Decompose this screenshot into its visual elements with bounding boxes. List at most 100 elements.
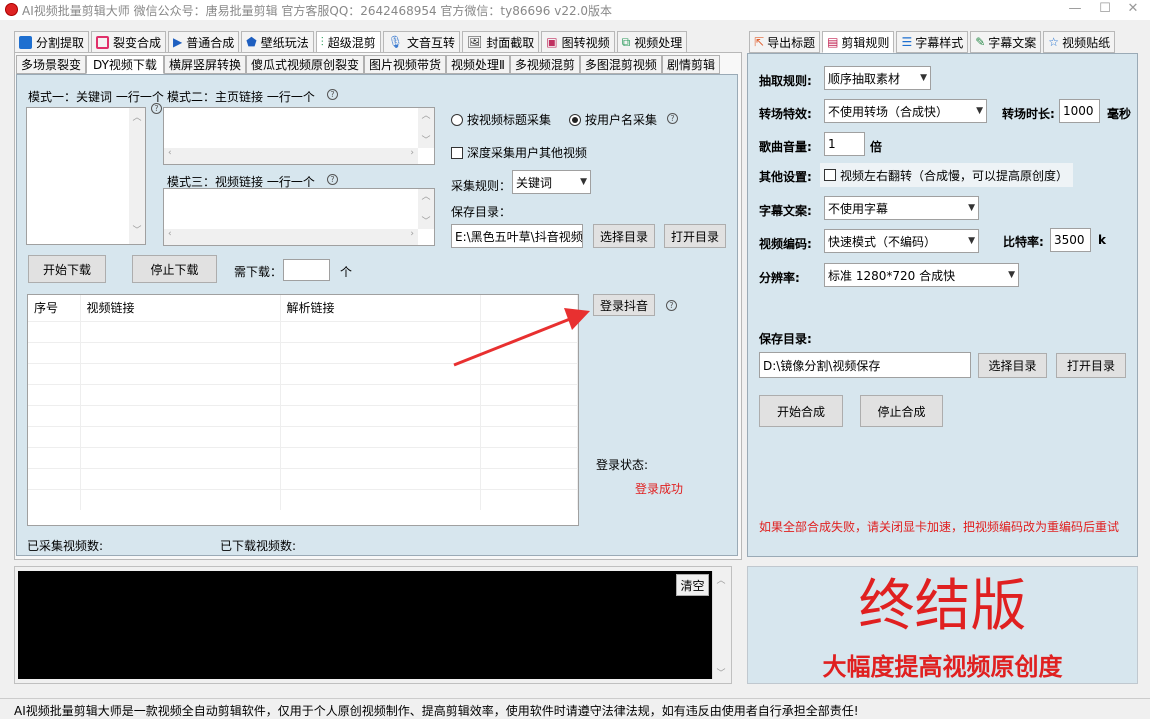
right-open-dir-button[interactable]: 打开目录 (1056, 353, 1126, 378)
subtab-foolproof[interactable]: 傻瓜式视频原创裂变 (245, 55, 364, 74)
scrollbar[interactable]: ︿ ﹀ (418, 189, 434, 229)
close-icon[interactable]: ✕ (1118, 0, 1148, 20)
radio-by-title[interactable]: 按视频标题采集 (451, 111, 551, 128)
rule-select[interactable]: 关键词 ▼ (512, 170, 591, 194)
login-state-label: 登录状态: (596, 458, 649, 472)
duration-input[interactable]: 1000 (1059, 99, 1100, 123)
video-link-textarea[interactable]: ︿ ﹀ ‹ › (163, 188, 435, 246)
radio-button[interactable] (451, 113, 463, 126)
right-choose-dir-button[interactable]: 选择目录 (978, 353, 1047, 378)
subtab-multi-image[interactable]: 多图混剪视频 (579, 55, 662, 74)
choose-dir-button[interactable]: 选择目录 (593, 224, 655, 248)
login-douyin-button[interactable]: 登录抖音 (593, 294, 655, 316)
duration-label: 转场时长: (1002, 107, 1055, 121)
radio-button[interactable] (569, 113, 581, 126)
table-row[interactable] (28, 426, 578, 448)
transition-select[interactable]: 不使用转场（合成快） ▼ (824, 99, 987, 123)
title-bar: AI视频批量剪辑大师 微信公众号：唐易批量剪辑 官方客服QQ：264246895… (0, 0, 1150, 20)
start-compose-button[interactable]: 开始合成 (759, 395, 843, 427)
tab-text-audio[interactable]: 🎙 文音互转 (382, 31, 461, 53)
subtab-video-process-2[interactable]: 视频处理Ⅱ (445, 55, 510, 74)
codec-label: 视频编码: (759, 237, 812, 251)
table-row[interactable] (28, 405, 578, 427)
image-icon: 🖼 (467, 35, 483, 49)
flip-checkbox[interactable]: 视频左右翻转（合成慢，可以提高原创度） (820, 163, 1073, 187)
subtab-image-goods[interactable]: 图片视频带货 (363, 55, 446, 74)
tab-video-process[interactable]: ⧉ 视频处理 (616, 31, 688, 53)
app-logo-icon (5, 3, 18, 16)
chevron-down-icon: ▼ (580, 177, 587, 187)
save-path-input[interactable]: E:\黑色五叶草\抖音视频 (451, 224, 583, 248)
help-icon[interactable]: ? (151, 103, 162, 114)
help-icon[interactable]: ? (666, 300, 677, 311)
warning-text: 如果全部合成失败，请关闭显卡加速，把视频编码改为重编码后重试 (759, 520, 1120, 534)
mode1-label: 模式一：关键词 一行一个 (28, 90, 164, 104)
table-row[interactable] (28, 489, 578, 510)
open-dir-button[interactable]: 打开目录 (664, 224, 726, 248)
tab-sticker[interactable]: ☆ 视频贴纸 (1043, 31, 1116, 53)
scrollbar[interactable]: ︿ ﹀ (418, 108, 434, 148)
codec-select[interactable]: 快速模式（不编码） ▼ (824, 229, 979, 253)
chevron-down-icon: ▼ (1008, 270, 1015, 280)
tab-super-mix[interactable]: ⫶ 超级混剪 (315, 31, 381, 53)
subtab-multi-mix[interactable]: 多视频混剪 (509, 55, 580, 74)
help-icon[interactable]: ? (327, 89, 338, 100)
volume-input[interactable]: 1 (824, 132, 865, 156)
scrollbar[interactable]: ‹ › (164, 229, 418, 245)
need-download-input[interactable] (283, 259, 330, 281)
log-output[interactable] (18, 571, 712, 679)
minimize-icon[interactable]: — (1060, 0, 1090, 20)
table-row[interactable] (28, 384, 578, 406)
tab-subtitle-style[interactable]: ☰ 字幕样式 (896, 31, 969, 53)
sub-tab-bar: 多场景裂变 DY视频下载 横屏竖屏转换 傻瓜式视频原创裂变 图片视频带货 视频处… (16, 55, 720, 74)
collected-count-label: 已采集视频数: (27, 539, 104, 553)
subtab-multi-scene[interactable]: 多场景裂变 (16, 55, 87, 74)
checkbox[interactable] (451, 146, 463, 159)
deep-collect-checkbox[interactable]: 深度采集用户其他视频 (451, 144, 587, 161)
tab-export-title[interactable]: ⇱ 导出标题 (749, 31, 821, 53)
tab-fission[interactable]: 裂变合成 (91, 31, 167, 53)
extract-select[interactable]: 顺序抽取素材 ▼ (824, 66, 931, 90)
tab-split-extract[interactable]: 分割提取 (14, 31, 90, 53)
clip-icon: ▤ (827, 35, 839, 49)
start-download-button[interactable]: 开始下载 (28, 255, 106, 283)
table-row[interactable] (28, 447, 578, 469)
clear-log-button[interactable]: 清空 (676, 574, 709, 596)
help-icon[interactable]: ? (327, 174, 338, 185)
table-row[interactable] (28, 468, 578, 490)
other-label: 其他设置: (759, 170, 812, 184)
subtab-plot-edit[interactable]: 剧情剪辑 (661, 55, 720, 74)
col-index[interactable]: 序号 (28, 295, 81, 322)
tab-wallpaper[interactable]: ⬟ 壁纸玩法 (241, 31, 314, 53)
scrollbar[interactable]: ︿ ﹀ (129, 108, 145, 244)
maximize-icon[interactable]: ☐ (1090, 0, 1120, 20)
resolution-select[interactable]: 标准 1280*720 合成快 ▼ (824, 263, 1019, 287)
extract-label: 抽取规则: (759, 74, 812, 88)
tab-edit-rules[interactable]: ▤ 剪辑规则 (822, 31, 895, 53)
stop-compose-button[interactable]: 停止合成 (860, 395, 943, 427)
bitrate-input[interactable]: 3500 (1050, 228, 1091, 252)
chevron-down-icon: ▼ (920, 73, 927, 83)
subtitle-select[interactable]: 不使用字幕 ▼ (824, 196, 979, 220)
main-tab-bar: 分割提取 裂变合成 ▶ 普通合成 ⬟ 壁纸玩法 ⫶ 超级混剪 🎙 文音互转 🖼 封面截取 … (14, 31, 689, 53)
keyword-textarea[interactable]: ︿ ﹀ (26, 107, 146, 245)
scrollbar[interactable]: ︿ ﹀ (712, 571, 729, 679)
red-arrow-annotation (453, 308, 590, 367)
split-icon (19, 35, 32, 49)
tab-normal-compose[interactable]: ▶ 普通合成 (168, 31, 240, 53)
tab-subtitle-text[interactable]: ✎ 字幕文案 (970, 31, 1042, 53)
tab-image-video[interactable]: ▣ 图转视频 (541, 31, 615, 53)
subtab-dy-download[interactable]: DY视频下载 (86, 55, 164, 74)
subtab-orientation[interactable]: 横屏竖屏转换 (163, 55, 246, 74)
help-icon[interactable]: ? (667, 113, 678, 124)
col-video-link[interactable]: 视频链接 (80, 295, 281, 322)
edit-icon: ✎ (975, 35, 986, 49)
radio-by-username[interactable]: 按用户名采集 (569, 111, 657, 128)
right-save-path-input[interactable]: D:\镜像分割\视频保存 (759, 352, 971, 378)
scrollbar[interactable]: ‹ › (164, 148, 418, 164)
tab-cover[interactable]: 🖼 封面截取 (462, 31, 540, 53)
checkbox[interactable] (824, 169, 836, 181)
stop-download-button[interactable]: 停止下载 (132, 255, 217, 283)
star-icon: ☆ (1048, 35, 1060, 49)
homepage-link-textarea[interactable]: ︿ ﹀ ‹ › (163, 107, 435, 165)
